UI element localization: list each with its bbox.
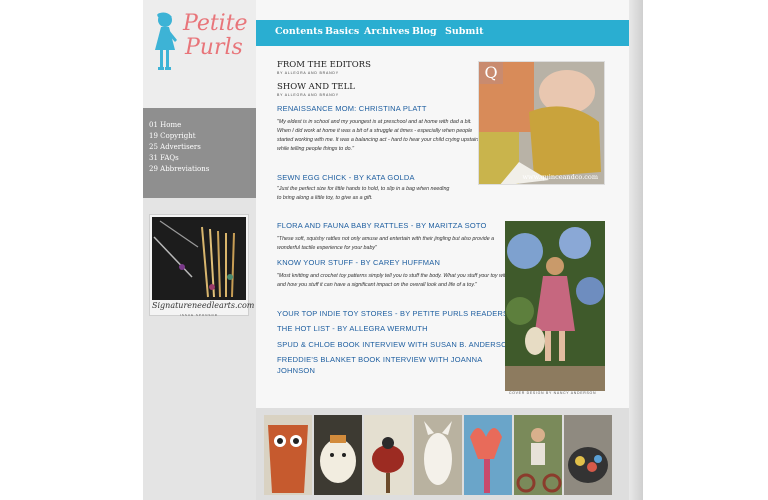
sponsor-site: Signatureneedlearts.com	[152, 301, 255, 310]
issue-menu-item-advertisers[interactable]: 25 Advertisers	[149, 142, 256, 153]
page-spine	[629, 0, 643, 500]
thumbnail-2[interactable]	[314, 415, 362, 495]
logo-line1: Petite	[183, 11, 248, 36]
article-title-freddies-blanket[interactable]: FREDDIE'S BLANKET BOOK INTERVIEW WITH JO…	[277, 355, 482, 364]
thumbnail-1[interactable]	[264, 415, 312, 495]
nav-item-archives[interactable]: Archives	[364, 26, 410, 37]
nav-item-contents[interactable]: Contents	[275, 26, 323, 37]
sponsor-ad[interactable]: Signatureneedlearts.com ISSUE SPONSOR	[149, 214, 255, 317]
quince-q-badge: Q	[479, 62, 503, 84]
girl-garden-image	[505, 221, 605, 391]
nav-item-basics[interactable]: Basics	[325, 26, 359, 37]
issue-menu-item-faqs[interactable]: 31 FAQs	[149, 153, 256, 164]
thumbnail-3[interactable]	[364, 415, 412, 495]
article-title-renaissance-mom[interactable]: RENAISSANCE MOM: CHRISTINA PLATT	[277, 104, 427, 113]
article-blurb-sewn-egg-chick: "Just the perfect size for little hands …	[277, 186, 450, 201]
article-title-know-your-stuff[interactable]: KNOW YOUR STUFF - BY CAREY HUFFMAN	[277, 258, 440, 267]
article-blurb-renaissance-mom: "My eldest is in school and my youngest …	[277, 119, 480, 152]
editors-byline: BY ALLEGRA AND BRANDY	[277, 71, 339, 75]
girl-silhouette-icon	[155, 12, 177, 70]
top-bar	[256, 0, 629, 20]
thumbnail-7[interactable]	[564, 415, 612, 495]
baby-sweater-photo[interactable]: Q www.quinceandco.com	[478, 61, 605, 185]
thumbnail-strip	[256, 408, 629, 500]
quince-url: www.quinceandco.com	[522, 173, 598, 181]
cover-girl-photo[interactable]	[505, 221, 605, 391]
thumbnail-4[interactable]	[414, 415, 462, 495]
nav-item-blog[interactable]: Blog	[412, 26, 437, 37]
thumbnail-5[interactable]	[464, 415, 512, 495]
article-title-flora-fauna[interactable]: FLORA AND FAUNA BABY RATTLES - BY MARITZ…	[277, 221, 487, 230]
article-title-top-indie-toy-stores[interactable]: YOUR TOP INDIE TOY STORES - BY PETITE PU…	[277, 309, 508, 318]
issue-menu-item-home[interactable]: 01 Home	[149, 120, 256, 131]
issue-menu: 01 Home 19 Copyright 25 Advertisers 31 F…	[143, 108, 256, 198]
issue-menu-item-abbreviations[interactable]: 29 Abbreviations	[149, 164, 256, 175]
article-title-spud-chloe[interactable]: SPUD & CHLOE BOOK INTERVIEW WITH SUSAN B…	[277, 340, 513, 349]
editors-heading[interactable]: FROM THE EDITORS	[277, 60, 371, 70]
article-title-freddies-blanket-cont[interactable]: JOHNSON	[277, 366, 315, 375]
show-tell-heading[interactable]: SHOW AND TELL	[277, 82, 355, 92]
nav-item-submit[interactable]: Submit	[445, 26, 483, 37]
sidebar: Petite Purls 01 Home 19 Copyright 25 Adv…	[143, 0, 256, 500]
logo-line2: Purls	[185, 35, 243, 60]
nav-bar: Contents Basics Archives Blog Submit	[256, 20, 629, 46]
sponsor-tag: ISSUE SPONSOR	[180, 313, 218, 317]
thumbnail-6[interactable]	[514, 415, 562, 495]
show-tell-byline: BY ALLEGRA AND BRANDY	[277, 93, 339, 97]
article-blurb-know-your-stuff: "Most knitting and crochet toy patterns …	[277, 273, 509, 288]
logo-text: Petite Purls	[183, 12, 253, 60]
cover-credit: COVER DESIGN BY NANCY ANDERSON	[509, 391, 597, 395]
article-title-hot-list[interactable]: THE HOT LIST - BY ALLEGRA WERMUTH	[277, 324, 428, 333]
issue-menu-item-copyright[interactable]: 19 Copyright	[149, 131, 256, 142]
knitting-needles-image	[152, 217, 246, 300]
article-blurb-flora-fauna: "These soft, squishy rattles not only am…	[277, 236, 495, 251]
logo[interactable]: Petite Purls	[143, 0, 256, 108]
article-title-sewn-egg-chick[interactable]: SEWN EGG CHICK - BY KATA GOLDA	[277, 173, 415, 182]
